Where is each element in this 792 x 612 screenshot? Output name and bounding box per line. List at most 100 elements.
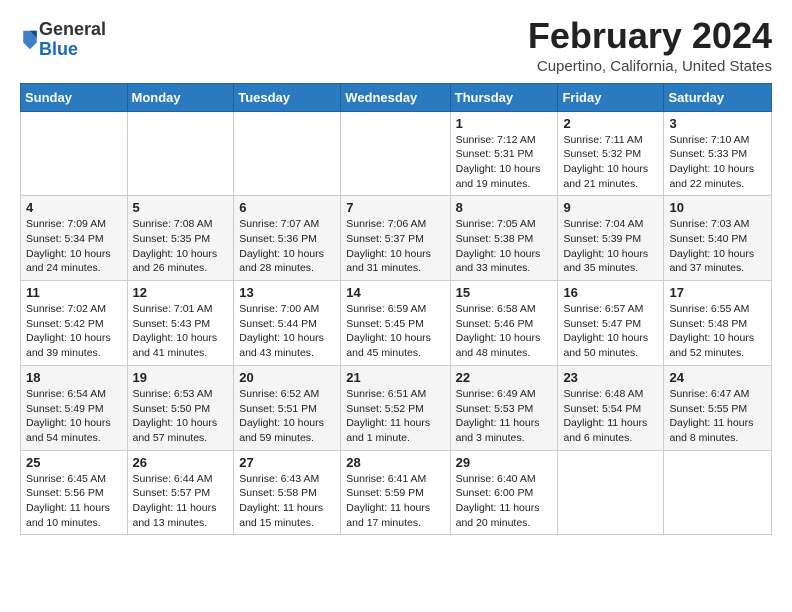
logo-blue-text: Blue bbox=[39, 39, 78, 59]
calendar-cell: 21 Sunrise: 6:51 AM Sunset: 5:52 PM Dayli… bbox=[341, 365, 450, 450]
day-number: 22 bbox=[456, 370, 553, 385]
calendar-cell: 11 Sunrise: 7:02 AM Sunset: 5:42 PM Dayli… bbox=[21, 281, 128, 366]
calendar-week-2: 4 Sunrise: 7:09 AM Sunset: 5:34 PM Daylig… bbox=[21, 196, 772, 281]
weekday-header-tuesday: Tuesday bbox=[234, 83, 341, 111]
day-info: Sunrise: 6:54 AM Sunset: 5:49 PM Dayligh… bbox=[26, 387, 122, 446]
day-number: 18 bbox=[26, 370, 122, 385]
calendar-week-1: 1Sunrise: 7:12 AM Sunset: 5:31 PM Daylig… bbox=[21, 111, 772, 196]
calendar-cell: 18 Sunrise: 6:54 AM Sunset: 5:49 PM Dayli… bbox=[21, 365, 128, 450]
day-number: 9 bbox=[563, 200, 658, 215]
day-info: Sunrise: 6:53 AM Sunset: 5:50 PM Dayligh… bbox=[133, 387, 229, 446]
calendar-cell bbox=[664, 450, 772, 535]
calendar-cell: 2 Sunrise: 7:11 AM Sunset: 5:32 PM Daylig… bbox=[558, 111, 664, 196]
weekday-header-thursday: Thursday bbox=[450, 83, 558, 111]
calendar-cell: 1Sunrise: 7:12 AM Sunset: 5:31 PM Daylig… bbox=[450, 111, 558, 196]
day-number: 28 bbox=[346, 455, 444, 470]
weekday-header-wednesday: Wednesday bbox=[341, 83, 450, 111]
day-info: Sunrise: 6:57 AM Sunset: 5:47 PM Dayligh… bbox=[563, 302, 658, 361]
calendar-cell: 26 Sunrise: 6:44 AM Sunset: 5:57 PM Dayli… bbox=[127, 450, 234, 535]
day-number: 4 bbox=[26, 200, 122, 215]
day-info: Sunrise: 6:52 AM Sunset: 5:51 PM Dayligh… bbox=[239, 387, 335, 446]
day-info: Sunrise: 6:47 AM Sunset: 5:55 PM Dayligh… bbox=[669, 387, 766, 446]
day-number: 21 bbox=[346, 370, 444, 385]
calendar-cell bbox=[21, 111, 128, 196]
day-info: Sunrise: 7:04 AM Sunset: 5:39 PM Dayligh… bbox=[563, 217, 658, 276]
day-info: Sunrise: 7:05 AM Sunset: 5:38 PM Dayligh… bbox=[456, 217, 553, 276]
calendar-cell: 29Sunrise: 6:40 AM Sunset: 6:00 PM Dayli… bbox=[450, 450, 558, 535]
day-info: Sunrise: 6:58 AM Sunset: 5:46 PM Dayligh… bbox=[456, 302, 553, 361]
day-number: 11 bbox=[26, 285, 122, 300]
day-number: 13 bbox=[239, 285, 335, 300]
calendar-cell: 5 Sunrise: 7:08 AM Sunset: 5:35 PM Daylig… bbox=[127, 196, 234, 281]
calendar-week-4: 18 Sunrise: 6:54 AM Sunset: 5:49 PM Dayli… bbox=[21, 365, 772, 450]
day-info: Sunrise: 6:59 AM Sunset: 5:45 PM Dayligh… bbox=[346, 302, 444, 361]
day-info: Sunrise: 6:40 AM Sunset: 6:00 PM Dayligh… bbox=[456, 472, 553, 531]
day-number: 20 bbox=[239, 370, 335, 385]
day-info: Sunrise: 6:45 AM Sunset: 5:56 PM Dayligh… bbox=[26, 472, 122, 531]
calendar-cell: 27Sunrise: 6:43 AM Sunset: 5:58 PM Dayli… bbox=[234, 450, 341, 535]
weekday-header-friday: Friday bbox=[558, 83, 664, 111]
calendar-cell: 24 Sunrise: 6:47 AM Sunset: 5:55 PM Dayli… bbox=[664, 365, 772, 450]
day-info: Sunrise: 6:55 AM Sunset: 5:48 PM Dayligh… bbox=[669, 302, 766, 361]
calendar-cell: 13Sunrise: 7:00 AM Sunset: 5:44 PM Dayli… bbox=[234, 281, 341, 366]
weekday-header-saturday: Saturday bbox=[664, 83, 772, 111]
day-info: Sunrise: 7:08 AM Sunset: 5:35 PM Dayligh… bbox=[133, 217, 229, 276]
day-number: 24 bbox=[669, 370, 766, 385]
day-number: 12 bbox=[133, 285, 229, 300]
day-number: 10 bbox=[669, 200, 766, 215]
calendar-cell: 15 Sunrise: 6:58 AM Sunset: 5:46 PM Dayli… bbox=[450, 281, 558, 366]
page-header: General Blue February 2024 Cupertino, Ca… bbox=[20, 16, 772, 75]
calendar-table: SundayMondayTuesdayWednesdayThursdayFrid… bbox=[20, 83, 772, 536]
calendar-week-5: 25 Sunrise: 6:45 AM Sunset: 5:56 PM Dayli… bbox=[21, 450, 772, 535]
day-number: 25 bbox=[26, 455, 122, 470]
calendar-cell bbox=[234, 111, 341, 196]
day-number: 3 bbox=[669, 116, 766, 131]
day-info: Sunrise: 7:11 AM Sunset: 5:32 PM Dayligh… bbox=[563, 133, 658, 192]
day-number: 7 bbox=[346, 200, 444, 215]
day-number: 23 bbox=[563, 370, 658, 385]
day-number: 27 bbox=[239, 455, 335, 470]
day-info: Sunrise: 6:51 AM Sunset: 5:52 PM Dayligh… bbox=[346, 387, 444, 446]
calendar-cell: 6 Sunrise: 7:07 AM Sunset: 5:36 PM Daylig… bbox=[234, 196, 341, 281]
day-info: Sunrise: 6:44 AM Sunset: 5:57 PM Dayligh… bbox=[133, 472, 229, 531]
day-number: 6 bbox=[239, 200, 335, 215]
calendar-cell bbox=[341, 111, 450, 196]
calendar-cell bbox=[558, 450, 664, 535]
calendar-week-3: 11 Sunrise: 7:02 AM Sunset: 5:42 PM Dayli… bbox=[21, 281, 772, 366]
location-title: Cupertino, California, United States bbox=[528, 58, 772, 75]
day-number: 14 bbox=[346, 285, 444, 300]
weekday-header-sunday: Sunday bbox=[21, 83, 128, 111]
calendar-cell: 20 Sunrise: 6:52 AM Sunset: 5:51 PM Dayli… bbox=[234, 365, 341, 450]
calendar-cell: 22Sunrise: 6:49 AM Sunset: 5:53 PM Dayli… bbox=[450, 365, 558, 450]
day-number: 2 bbox=[563, 116, 658, 131]
calendar-cell: 19 Sunrise: 6:53 AM Sunset: 5:50 PM Dayli… bbox=[127, 365, 234, 450]
calendar-cell: 17 Sunrise: 6:55 AM Sunset: 5:48 PM Dayli… bbox=[664, 281, 772, 366]
day-number: 16 bbox=[563, 285, 658, 300]
title-area: February 2024 Cupertino, California, Uni… bbox=[528, 16, 772, 75]
day-number: 17 bbox=[669, 285, 766, 300]
day-info: Sunrise: 7:09 AM Sunset: 5:34 PM Dayligh… bbox=[26, 217, 122, 276]
day-info: Sunrise: 6:41 AM Sunset: 5:59 PM Dayligh… bbox=[346, 472, 444, 531]
day-number: 8 bbox=[456, 200, 553, 215]
day-info: Sunrise: 7:02 AM Sunset: 5:42 PM Dayligh… bbox=[26, 302, 122, 361]
day-number: 15 bbox=[456, 285, 553, 300]
calendar-cell: 10 Sunrise: 7:03 AM Sunset: 5:40 PM Dayli… bbox=[664, 196, 772, 281]
calendar-cell bbox=[127, 111, 234, 196]
calendar-cell: 16 Sunrise: 6:57 AM Sunset: 5:47 PM Dayli… bbox=[558, 281, 664, 366]
weekday-header-monday: Monday bbox=[127, 83, 234, 111]
weekday-header-row: SundayMondayTuesdayWednesdayThursdayFrid… bbox=[21, 83, 772, 111]
calendar-cell: 4 Sunrise: 7:09 AM Sunset: 5:34 PM Daylig… bbox=[21, 196, 128, 281]
day-info: Sunrise: 7:07 AM Sunset: 5:36 PM Dayligh… bbox=[239, 217, 335, 276]
logo-general-text: General bbox=[39, 19, 106, 39]
day-info: Sunrise: 6:48 AM Sunset: 5:54 PM Dayligh… bbox=[563, 387, 658, 446]
day-number: 19 bbox=[133, 370, 229, 385]
day-number: 5 bbox=[133, 200, 229, 215]
calendar-body: 1Sunrise: 7:12 AM Sunset: 5:31 PM Daylig… bbox=[21, 111, 772, 535]
logo-icon bbox=[21, 29, 39, 51]
day-info: Sunrise: 7:10 AM Sunset: 5:33 PM Dayligh… bbox=[669, 133, 766, 192]
day-number: 26 bbox=[133, 455, 229, 470]
calendar-cell: 7 Sunrise: 7:06 AM Sunset: 5:37 PM Daylig… bbox=[341, 196, 450, 281]
day-info: Sunrise: 7:01 AM Sunset: 5:43 PM Dayligh… bbox=[133, 302, 229, 361]
day-info: Sunrise: 7:06 AM Sunset: 5:37 PM Dayligh… bbox=[346, 217, 444, 276]
day-info: Sunrise: 7:03 AM Sunset: 5:40 PM Dayligh… bbox=[669, 217, 766, 276]
